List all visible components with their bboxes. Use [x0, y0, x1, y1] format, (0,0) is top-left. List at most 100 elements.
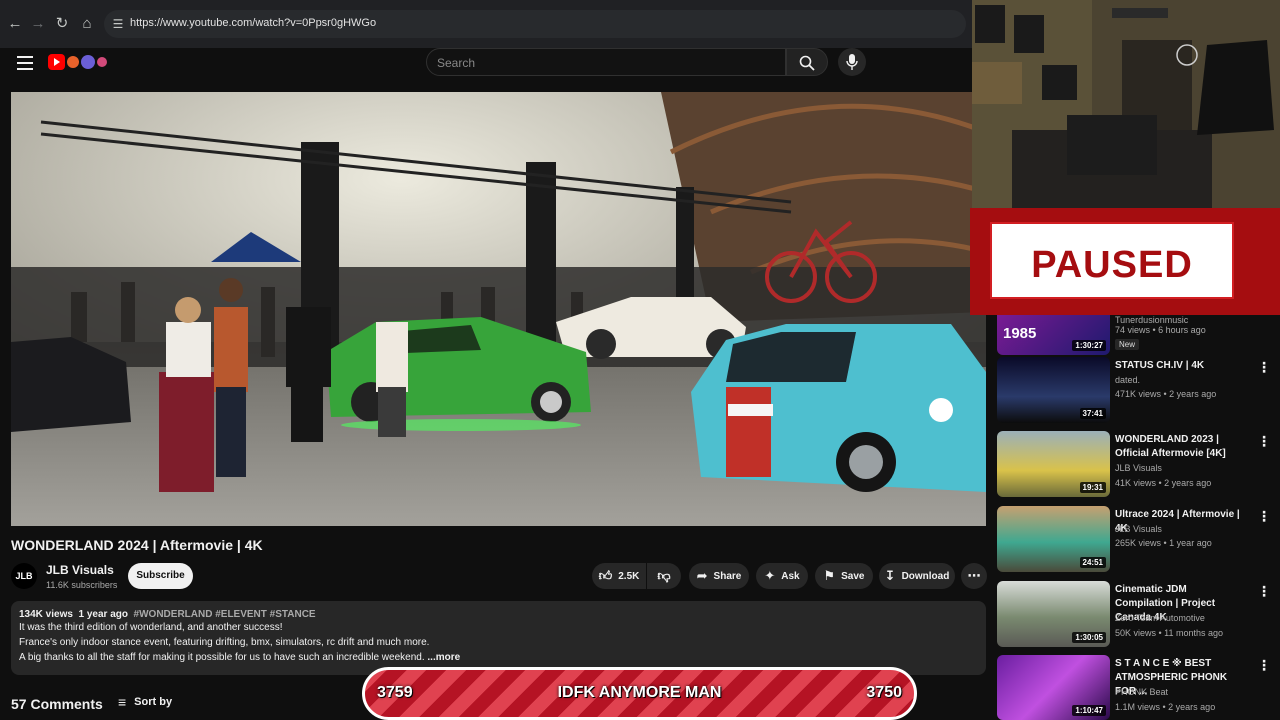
comments-count: 57 Comments	[11, 696, 103, 712]
upload-age: 1 year ago	[78, 609, 128, 620]
more-vertical-icon[interactable]: ⋮	[1257, 508, 1271, 525]
video-thumbnail[interactable]: 1:30:05	[997, 581, 1110, 647]
recommendation-channel[interactable]: JLB Visuals	[1115, 524, 1162, 534]
thumbs-down-icon: 👎︎	[657, 568, 671, 583]
recommendation-channel[interactable]: dated.	[1115, 375, 1140, 385]
description-line: France's only indoor stance event, featu…	[19, 637, 430, 648]
doodle-icon	[97, 57, 107, 67]
description-box[interactable]: 134K views 1 year ago #WONDERLAND #ELEVE…	[11, 601, 986, 675]
recommendation-channel[interactable]: Tunerdusionmusic	[1115, 315, 1188, 325]
thumbnail-text: 1985	[1003, 325, 1037, 342]
show-more-link[interactable]: ...more	[427, 652, 460, 663]
home-icon[interactable]: ⌂	[77, 14, 97, 34]
bookmark-icon: ⚑	[823, 568, 836, 583]
recommendation-stats: 50K views • 11 months ago	[1115, 628, 1224, 638]
video-duration: 19:31	[1079, 482, 1106, 493]
recommendation-title[interactable]: WONDERLAND 2023 | Official Aftermovie [4…	[1115, 433, 1245, 461]
video-duration: 1:10:47	[1072, 705, 1106, 716]
video-duration: 1:30:05	[1072, 632, 1106, 643]
recommendation-stats: 41K views • 2 years ago	[1115, 478, 1212, 488]
recommendation-channel[interactable]: Zero Team Automotive	[1115, 613, 1205, 623]
webcam-feed	[972, 0, 1280, 208]
video-player[interactable]	[11, 92, 986, 526]
url-text: https://www.youtube.com/watch?v=0Ppsr0gH…	[130, 17, 377, 29]
sort-icon: ≡	[118, 694, 127, 710]
search-icon	[799, 55, 815, 71]
channel-avatar[interactable]: JLB	[11, 563, 37, 589]
share-icon: ➦	[696, 568, 708, 583]
channel-name[interactable]: JLB Visuals	[46, 563, 114, 577]
thumbs-up-icon: 👍︎	[598, 568, 613, 583]
back-icon[interactable]: ←	[5, 14, 25, 34]
video-thumbnail[interactable]: 24:51	[997, 506, 1110, 572]
share-label: Share	[713, 570, 742, 582]
youtube-play-icon	[48, 54, 65, 70]
ask-button[interactable]: ✦ Ask	[756, 563, 808, 589]
overlay-message: IDFK ANYMORE MAN	[557, 684, 722, 701]
stream-overlay-bar: 3759 IDFK ANYMORE MAN 3750	[362, 667, 917, 720]
recommendation-item[interactable]: 1:10:47 S T A N C E ※ BEST ATMOSPHERIC P…	[997, 655, 1280, 720]
forward-icon[interactable]: →	[28, 14, 48, 34]
sort-by-label: Sort by	[134, 696, 173, 708]
dislike-button[interactable]: 👎︎	[647, 563, 681, 589]
recommendation-stats: 471K views • 2 years ago	[1115, 389, 1217, 399]
recommendation-item[interactable]: 19:31 WONDERLAND 2023 | Official Aftermo…	[997, 431, 1280, 501]
recommendation-stats: 74 views • 6 hours ago	[1115, 325, 1206, 335]
video-duration: 1:30:27	[1072, 340, 1106, 351]
recommendation-stats: 265K views • 1 year ago	[1115, 538, 1212, 548]
recommendation-channel[interactable]: PHONK Beat	[1115, 687, 1168, 697]
more-horizontal-icon: ⋯	[967, 568, 981, 583]
save-button[interactable]: ⚑ Save	[815, 563, 873, 589]
recommendation-title[interactable]: STATUS CH.IV | 4K	[1115, 359, 1245, 373]
webcam-image	[972, 0, 1280, 208]
recommendation-item[interactable]: 37:41 STATUS CH.IV | 4K dated. 471K view…	[997, 357, 1280, 427]
paused-text: PAUSED	[1031, 244, 1193, 286]
menu-icon[interactable]	[17, 56, 33, 70]
reload-icon[interactable]: ↻	[52, 14, 72, 34]
view-count: 134K views	[19, 609, 73, 620]
video-thumbnail[interactable]: 37:41	[997, 357, 1110, 423]
video-duration: 37:41	[1079, 408, 1106, 419]
microphone-icon	[846, 54, 858, 70]
paused-sign: PAUSED	[970, 208, 1280, 315]
more-actions-button[interactable]: ⋯	[961, 563, 987, 589]
download-label: Download	[901, 570, 950, 582]
more-vertical-icon[interactable]: ⋮	[1257, 433, 1271, 450]
video-title: WONDERLAND 2024 | Aftermovie | 4K	[11, 537, 263, 553]
recommendation-item[interactable]: 1:30:05 Cinematic JDM Compilation | Proj…	[997, 581, 1280, 651]
video-thumbnail[interactable]: 19:31	[997, 431, 1110, 497]
address-bar[interactable]: ☰ https://www.youtube.com/watch?v=0Ppsr0…	[104, 10, 966, 38]
sort-by-button[interactable]: ≡ Sort by	[118, 694, 172, 710]
paused-panel: PAUSED	[990, 222, 1234, 299]
doodle-icon	[67, 56, 79, 68]
like-button[interactable]: 👍︎ 2.5K	[592, 563, 646, 589]
recommendation-item[interactable]: 1985 1:30:27 Tunerdusionmusic 74 views •…	[997, 315, 1280, 355]
download-button[interactable]: ↧ Download	[879, 563, 955, 589]
hashtags[interactable]: #WONDERLAND #ELEVENT #STANCE	[134, 609, 316, 620]
search-button[interactable]	[786, 48, 828, 76]
subscriber-count: 11.6K subscribers	[46, 580, 118, 590]
subscribe-button[interactable]: Subscribe	[128, 563, 193, 589]
doodle-icon	[81, 55, 95, 69]
more-vertical-icon[interactable]: ⋮	[1257, 583, 1271, 600]
video-thumbnail[interactable]: 1:10:47	[997, 655, 1110, 720]
recommendation-item[interactable]: 24:51 Ultrace 2024 | Aftermovie | 4K JLB…	[997, 506, 1280, 576]
youtube-header: Search	[0, 48, 972, 92]
more-vertical-icon[interactable]: ⋮	[1257, 359, 1271, 376]
site-settings-icon[interactable]: ☰	[110, 16, 126, 32]
search-input[interactable]: Search	[426, 48, 786, 76]
download-icon: ↧	[884, 568, 896, 583]
youtube-logo[interactable]	[48, 54, 107, 70]
share-button[interactable]: ➦ Share	[689, 563, 749, 589]
video-thumbnail[interactable]: 1985 1:30:27	[997, 315, 1110, 355]
more-vertical-icon[interactable]: ⋮	[1257, 657, 1271, 674]
description-text: A big thanks to all the staff for making…	[19, 652, 425, 663]
sparkle-icon: ✦	[764, 568, 776, 583]
ask-label: Ask	[781, 570, 800, 582]
browser-toolbar: ← → ↻ ⌂ ☰ https://www.youtube.com/watch?…	[0, 0, 972, 48]
description-meta: 134K views 1 year ago #WONDERLAND #ELEVE…	[19, 609, 978, 620]
voice-search-button[interactable]	[838, 48, 866, 76]
recommendation-channel[interactable]: JLB Visuals	[1115, 463, 1162, 473]
like-count: 2.5K	[618, 570, 640, 582]
description-line: A big thanks to all the staff for making…	[19, 650, 978, 665]
